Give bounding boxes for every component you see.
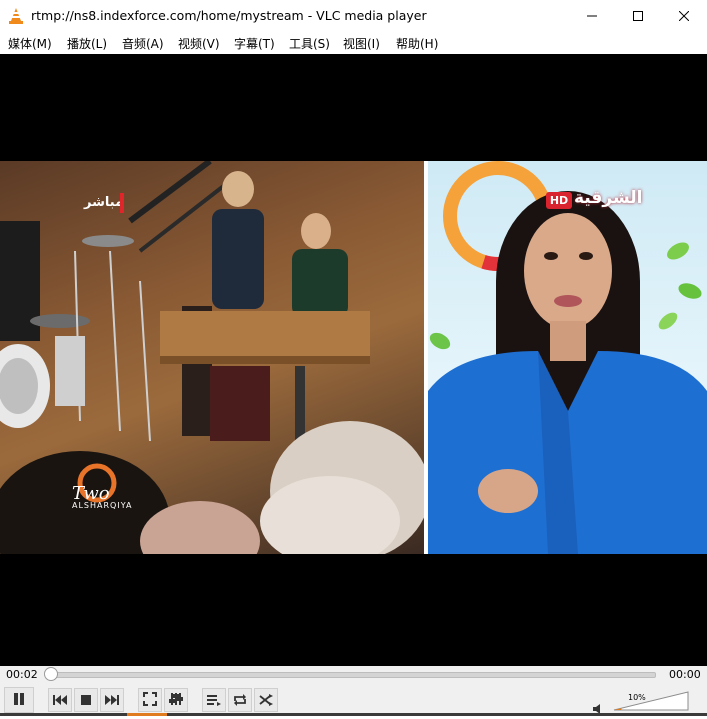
menu-playback[interactable]: 播放(L) [67, 35, 107, 52]
menu-tools[interactable]: 工具(S) [289, 35, 330, 52]
close-icon [679, 11, 689, 21]
extended-settings-button[interactable] [164, 688, 188, 712]
channel-watermark: ALSHARQIYA [72, 501, 133, 510]
next-button[interactable] [100, 688, 124, 712]
channel-name: الشرقية [574, 188, 643, 208]
stop-button[interactable] [74, 688, 98, 712]
previous-icon [53, 691, 67, 710]
volume-icon[interactable] [593, 700, 603, 719]
vlc-cone-icon [8, 7, 24, 25]
close-button[interactable] [661, 0, 707, 32]
menu-help[interactable]: 帮助(H) [396, 35, 438, 52]
loop-icon [233, 691, 247, 710]
total-time: 00:00 [669, 668, 701, 681]
minimize-icon [587, 11, 597, 21]
menu-video[interactable]: 视频(V) [178, 35, 220, 52]
menu-bar: 媒体(M) 播放(L) 音频(A) 视频(V) 字幕(T) 工具(S) 视图(I… [0, 32, 707, 54]
menu-media[interactable]: 媒体(M) [8, 35, 52, 52]
seek-handle[interactable] [44, 667, 58, 681]
concert-scene: Two مباشر ALSHARQIYA [0, 161, 424, 554]
hd-badge: HD [546, 192, 572, 209]
stop-icon [80, 691, 92, 710]
seek-bar[interactable] [50, 672, 656, 678]
menu-subtitle[interactable]: 字幕(T) [234, 35, 275, 52]
maximize-icon [633, 11, 643, 21]
volume-slider[interactable] [612, 690, 690, 712]
presenter-scene: HD الشرقية [428, 161, 707, 554]
maximize-button[interactable] [615, 0, 661, 32]
fullscreen-icon [143, 691, 157, 710]
title-bar: rtmp://ns8.indexforce.com/home/mystream … [0, 0, 707, 32]
elapsed-time: 00:02 [6, 668, 38, 681]
fullscreen-button[interactable] [138, 688, 162, 712]
extended-settings-icon [169, 691, 183, 710]
pause-icon [12, 691, 26, 710]
playlist-button[interactable] [202, 688, 226, 712]
playback-controls: 00:02 00:00 10% [0, 666, 707, 716]
live-label: مباشر [84, 195, 124, 210]
shuffle-button[interactable] [254, 688, 278, 712]
loop-button[interactable] [228, 688, 252, 712]
minimize-button[interactable] [569, 0, 615, 32]
window-title: rtmp://ns8.indexforce.com/home/mystream … [31, 8, 427, 23]
menu-audio[interactable]: 音频(A) [122, 35, 164, 52]
pause-button[interactable] [4, 687, 34, 713]
next-icon [105, 691, 119, 710]
live-indicator [120, 193, 124, 213]
playlist-icon [207, 691, 221, 710]
shuffle-icon [259, 691, 273, 710]
menu-view[interactable]: 视图(I) [343, 35, 380, 52]
video-display[interactable]: Two مباشر ALSHARQIYA HD الشرقية [0, 54, 707, 666]
video-frame: Two مباشر ALSHARQIYA HD الشرقية [0, 161, 707, 554]
previous-button[interactable] [48, 688, 72, 712]
